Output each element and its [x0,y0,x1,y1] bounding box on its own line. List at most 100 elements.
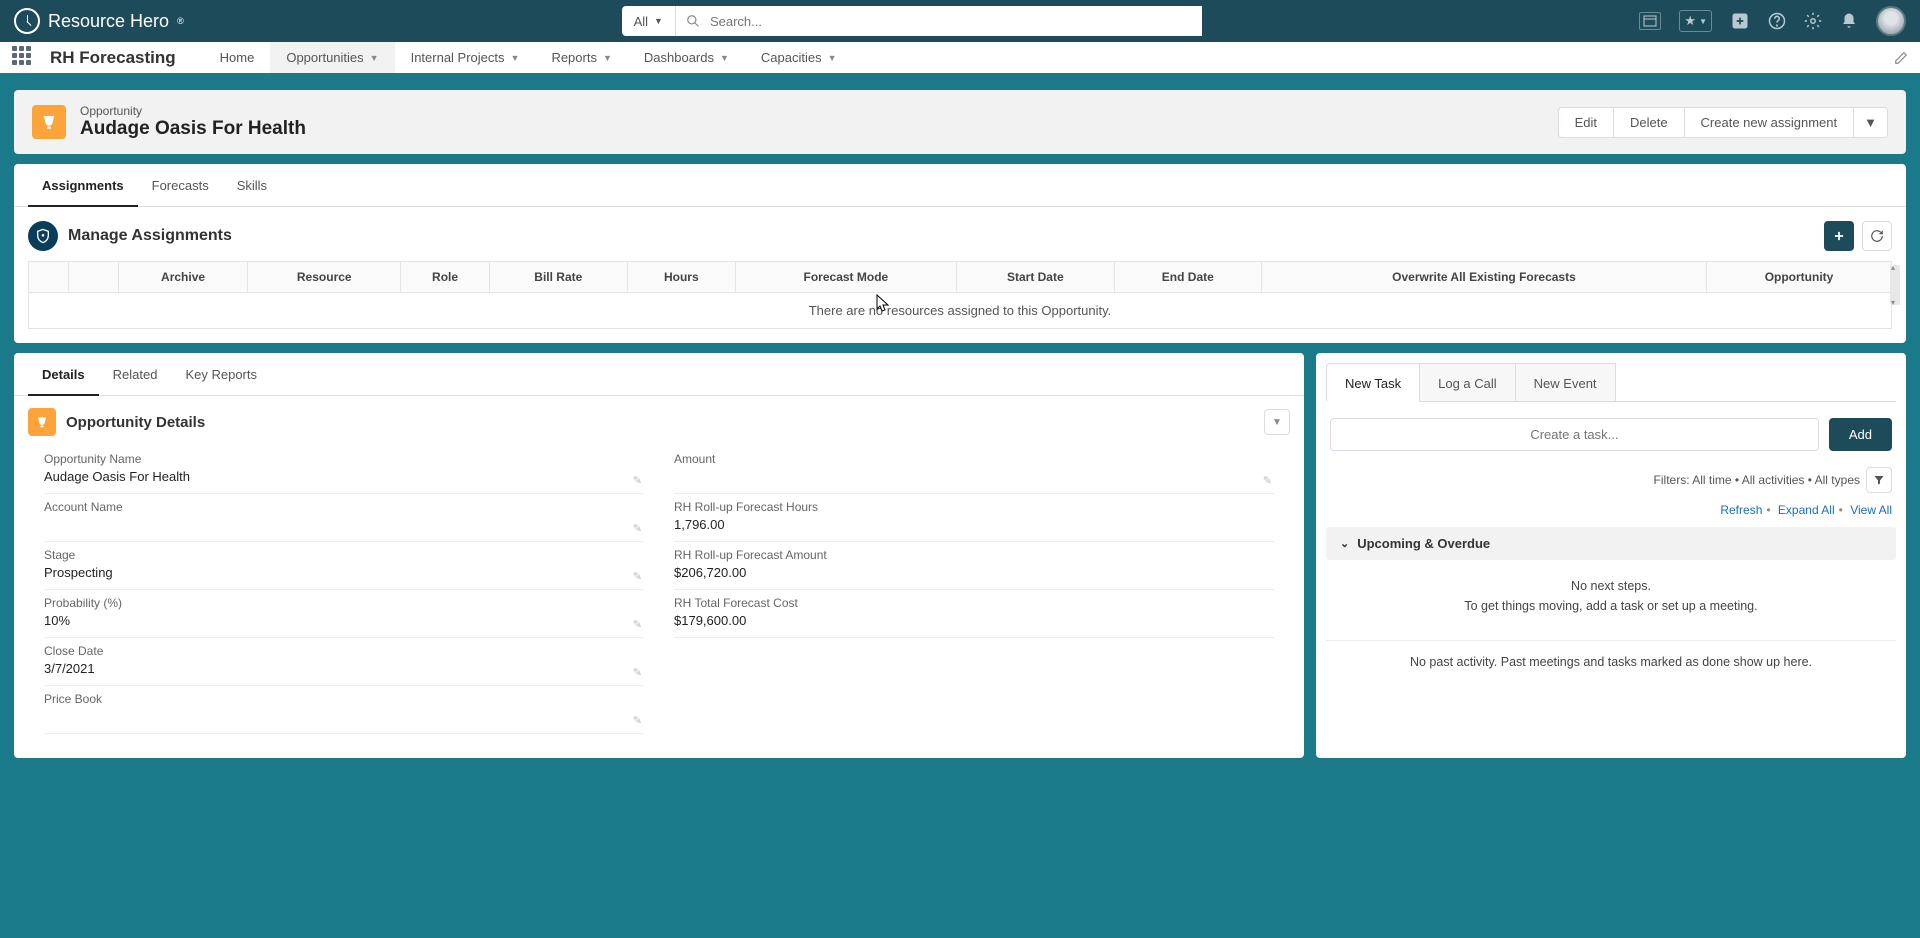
record-header: Opportunity Audage Oasis For Health Edit… [14,90,1906,154]
chevron-down-icon[interactable]: ▼ [720,53,729,63]
field-value: 3/7/2021 [44,661,644,679]
global-search: All ▼ [622,6,1202,36]
bottom-row: Details Related Key Reports Opportunity … [14,353,1906,758]
col-start-date[interactable]: Start Date [956,262,1114,293]
user-avatar[interactable] [1876,6,1906,36]
app-name: RH Forecasting [50,48,176,68]
col-archive[interactable]: Archive [119,262,248,293]
chevron-down-icon[interactable]: ▼ [828,53,837,63]
empty-line2: To get things moving, add a task or set … [1330,596,1892,616]
create-assignment-button[interactable]: Create new assignment [1685,107,1855,138]
upcoming-label: Upcoming & Overdue [1357,536,1490,551]
pencil-icon[interactable]: ✎ [633,522,642,535]
add-icon[interactable] [1730,11,1750,31]
activity-tabs: New Task Log a Call New Event [1326,363,1896,402]
field-label: Price Book [44,692,644,706]
tab-details[interactable]: Details [28,353,99,396]
chevron-down-icon[interactable]: ▼ [603,53,612,63]
opportunity-icon [28,408,56,436]
col-opportunity[interactable]: Opportunity [1707,262,1892,293]
bell-icon[interactable] [1840,12,1858,30]
pencil-icon[interactable]: ✎ [633,666,642,679]
edit-nav-icon[interactable] [1894,51,1908,65]
pencil-icon[interactable]: ✎ [1263,474,1272,487]
tab-new-event[interactable]: New Event [1515,363,1616,401]
record-subtitle: Opportunity [80,104,306,118]
search-icon [676,14,710,28]
fields-grid: Opportunity Name Audage Oasis For Health… [14,442,1304,738]
nav-reports[interactable]: Reports▼ [535,42,627,76]
field-price-book: Price Book ✎ [44,686,644,734]
filter-icon[interactable] [1866,467,1892,493]
field-label: Opportunity Name [44,452,644,466]
manage-assignments-header: Manage Assignments [14,207,1906,261]
field-value: $179,600.00 [674,613,1274,631]
field-label: Amount [674,452,1274,466]
field-value: Audage Oasis For Health [44,469,644,487]
search-scope-label: All [634,14,648,29]
section-menu-button[interactable]: ▼ [1264,409,1290,435]
pencil-icon[interactable]: ✎ [633,570,642,583]
field-forecast-hours: RH Roll-up Forecast Hours 1,796.00 [674,494,1274,542]
col-forecast-mode[interactable]: Forecast Mode [735,262,956,293]
nav-home[interactable]: Home [204,42,271,76]
brand-logo: Resource Hero® [14,8,184,34]
opportunity-icon [32,105,66,139]
empty-message: There are no resources assigned to this … [29,293,1892,329]
shield-icon [28,221,58,251]
col-billrate[interactable]: Bill Rate [489,262,627,293]
refresh-button[interactable] [1862,221,1892,251]
tab-skills[interactable]: Skills [223,164,281,207]
chevron-down-icon[interactable]: ▼ [511,53,520,63]
search-scope-dropdown[interactable]: All ▼ [622,6,676,36]
add-task-button[interactable]: Add [1829,418,1892,451]
field-forecast-cost: RH Total Forecast Cost $179,600.00 [674,590,1274,638]
delete-button[interactable]: Delete [1614,107,1685,138]
nav-capacities[interactable]: Capacities ▼ [745,42,853,76]
upcoming-overdue-header[interactable]: ⌄ Upcoming & Overdue [1326,527,1896,560]
tab-related[interactable]: Related [99,353,172,396]
learning-icon[interactable] [1639,12,1661,30]
help-icon[interactable] [1768,12,1786,30]
pencil-icon[interactable]: ✎ [633,474,642,487]
search-input[interactable] [710,6,1202,36]
edit-button[interactable]: Edit [1558,107,1614,138]
col-role[interactable]: Role [401,262,489,293]
global-header: Resource Hero® All ▼ ★▼ [0,0,1920,42]
assignments-table: Archive Resource Role Bill Rate Hours Fo… [14,261,1906,343]
field-label: Account Name [44,500,644,514]
field-label: RH Roll-up Forecast Hours [674,500,1274,514]
field-value: 10% [44,613,644,631]
more-actions-button[interactable]: ▼ [1854,107,1888,138]
favorites-dropdown[interactable]: ★▼ [1679,10,1712,32]
nav-dashboards[interactable]: Dashboards▼ [628,42,745,76]
col-end-date[interactable]: End Date [1114,262,1261,293]
pencil-icon[interactable]: ✎ [633,618,642,631]
app-launcher-icon[interactable] [12,46,36,70]
chevron-down-icon[interactable]: ▼ [370,53,379,63]
tab-log-call[interactable]: Log a Call [1419,363,1516,401]
expand-all-link[interactable]: Expand All [1778,503,1835,517]
gear-icon[interactable] [1804,12,1822,30]
col-overwrite[interactable]: Overwrite All Existing Forecasts [1261,262,1706,293]
task-input[interactable] [1330,418,1819,451]
col-resource[interactable]: Resource [248,262,401,293]
tab-assignments[interactable]: Assignments [28,164,138,207]
scrollbar[interactable] [1890,265,1900,305]
pencil-icon[interactable]: ✎ [633,714,642,727]
col-hours[interactable]: Hours [627,262,735,293]
nav-internal-projects[interactable]: Internal Projects▼ [395,42,536,76]
field-label: RH Roll-up Forecast Amount [674,548,1274,562]
filters-row: Filters: All time • All activities • All… [1316,467,1906,503]
nav-opportunities[interactable]: Opportunities ▼ [270,42,394,76]
nav-label: Capacities [761,50,822,65]
empty-line1: No next steps. [1330,576,1892,596]
nav-items: Home Opportunities ▼ Internal Projects▼ R… [204,42,853,73]
tab-key-reports[interactable]: Key Reports [171,353,271,396]
tab-forecasts[interactable]: Forecasts [138,164,223,207]
tab-new-task[interactable]: New Task [1326,363,1420,402]
view-all-link[interactable]: View All [1850,503,1892,517]
add-assignment-button[interactable] [1824,221,1854,251]
refresh-link[interactable]: Refresh [1720,503,1762,517]
nav-label: Opportunities [286,50,363,65]
